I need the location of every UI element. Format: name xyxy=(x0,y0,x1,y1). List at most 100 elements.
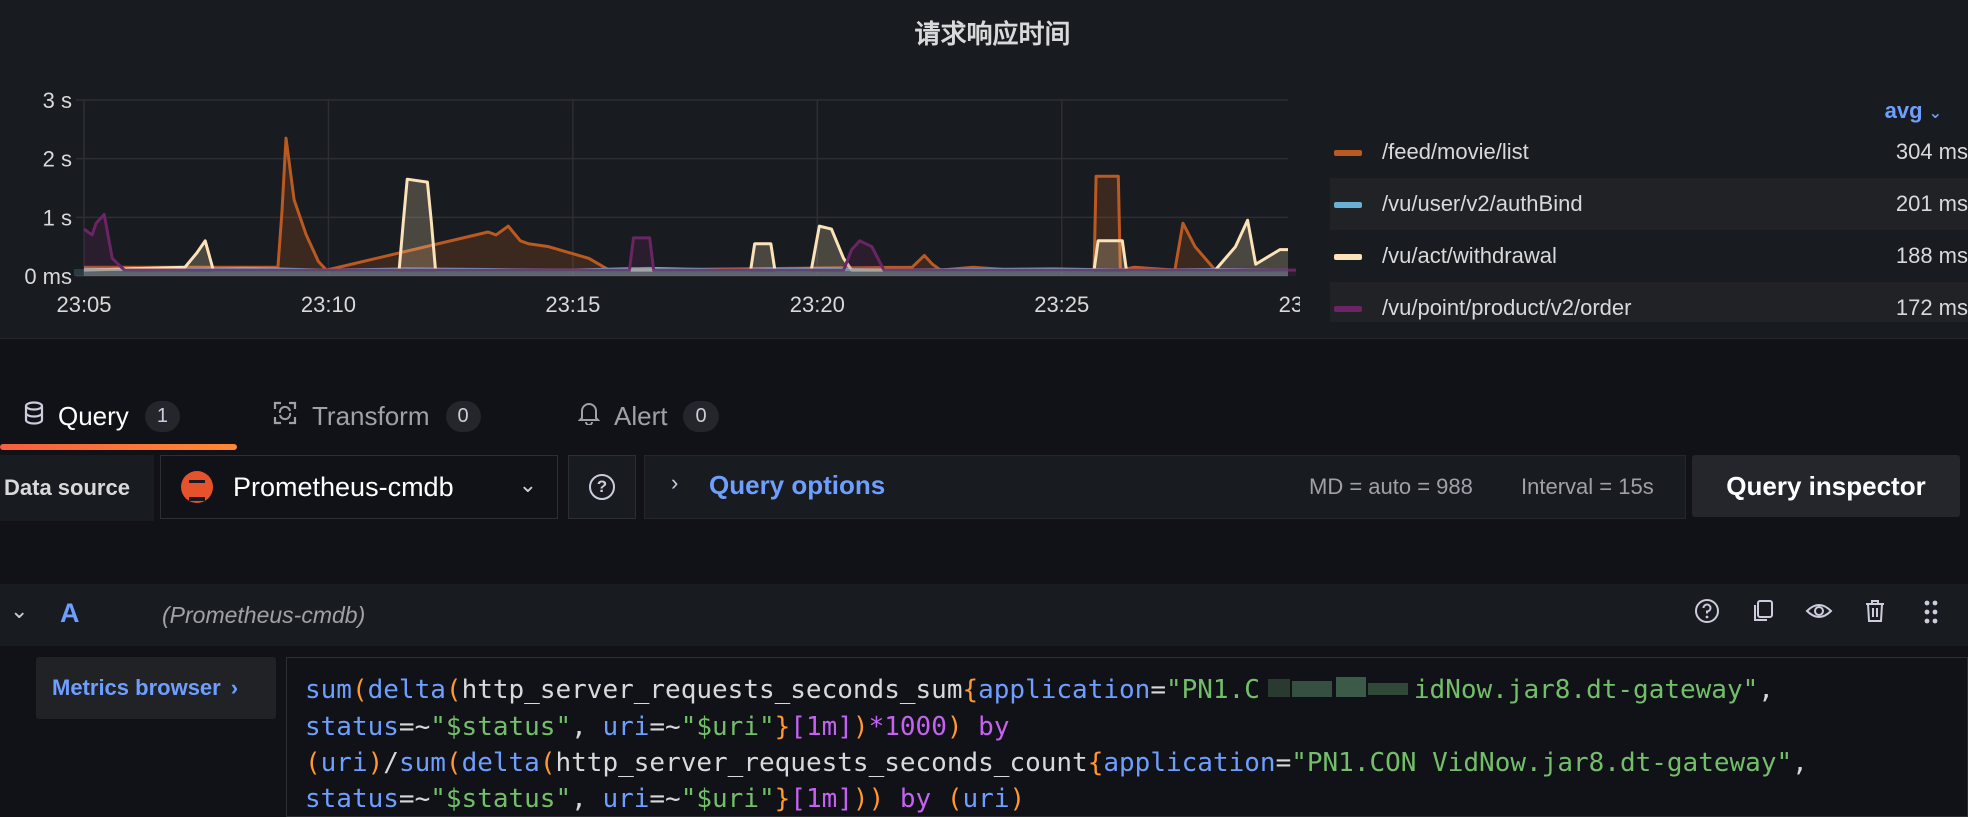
tab-transform-label: Transform xyxy=(312,400,430,431)
x-tick-label: 23:15 xyxy=(545,292,600,317)
x-tick-label: 23:30 xyxy=(1279,292,1300,317)
query-editor[interactable]: sum(delta(http_server_requests_seconds_s… xyxy=(286,657,1968,817)
chevron-down-icon: ⌄ xyxy=(518,472,537,497)
prometheus-icon xyxy=(181,471,213,503)
chevron-down-icon: ⌄ xyxy=(1928,105,1942,122)
bell-icon xyxy=(577,401,601,432)
editor-tabs: Query 1 Transform 0 Alert 0 xyxy=(0,378,1968,454)
x-tick-label: 23:10 xyxy=(301,292,356,317)
code-token: uri xyxy=(962,783,1010,814)
code-token: http_server_requests_seconds_sum xyxy=(461,675,963,705)
code-token: [1m] xyxy=(790,711,853,742)
eye-icon[interactable] xyxy=(1802,598,1836,632)
legend: avg ⌄ /feed/movie/list 304 ms /vu/user/v2… xyxy=(1330,96,1968,322)
query-actions xyxy=(1690,598,1948,632)
code-token: "PN1.C xyxy=(1165,675,1260,705)
help-icon: ? xyxy=(589,474,615,500)
transform-icon xyxy=(272,400,298,433)
tab-transform-count: 0 xyxy=(445,400,481,432)
code-token: *1000 xyxy=(868,711,947,742)
y-tick-label: 1 s xyxy=(43,205,72,230)
tab-query-count: 1 xyxy=(144,400,180,432)
duplicate-icon[interactable] xyxy=(1746,598,1780,632)
metrics-browser-button[interactable]: Metrics browser › xyxy=(36,657,276,719)
query-datasource-name: (Prometheus-cmdb) xyxy=(162,602,366,628)
legend-item-value: 304 ms xyxy=(1895,139,1968,164)
code-token: uri xyxy=(320,747,368,778)
legend-item-name: /vu/act/withdrawal xyxy=(1382,243,1557,268)
code-token: application xyxy=(1103,747,1276,778)
legend-item-value: 172 ms xyxy=(1895,295,1968,320)
code-token: http_server_requests_seconds_count xyxy=(555,747,1088,778)
y-tick-label: 0 ms xyxy=(24,264,72,289)
redacted-text xyxy=(1260,673,1414,709)
query-options[interactable]: › Query options MD = auto = 988 Interval… xyxy=(644,455,1686,519)
response-time-chart[interactable]: 0 ms 1 s 2 s 3 s 23:05 23:10 23:15 23:20 23:25 23… xyxy=(0,76,1300,326)
max-data-points: MD = auto = 988 xyxy=(1309,474,1473,499)
query-ref-id[interactable]: A xyxy=(60,598,80,629)
metrics-browser-label: Metrics browser xyxy=(52,675,221,700)
legend-swatch xyxy=(1334,150,1362,156)
datasource-picker[interactable]: Prometheus-cmdb ⌄ xyxy=(160,455,558,519)
drag-handle-icon[interactable] xyxy=(1914,598,1948,632)
collapse-icon[interactable]: ⌄ xyxy=(10,598,28,624)
query-row-header: ⌄ A (Prometheus-cmdb) xyxy=(0,584,1968,646)
y-tick-label: 3 s xyxy=(43,88,72,113)
code-token: uri xyxy=(602,711,650,742)
code-token: idNow.jar8.dt-gateway" xyxy=(1413,675,1759,705)
legend-sort-header[interactable]: avg ⌄ xyxy=(1330,96,1968,126)
panel: 请求响应时间 0 ms 1 s 2 s 3 s 23:05 23:10 23:15 23:20… xyxy=(0,0,1968,339)
tab-transform[interactable]: Transform 0 xyxy=(272,378,481,454)
code-token: [1m] xyxy=(790,783,853,814)
tab-query[interactable]: Query 1 xyxy=(24,378,180,454)
trash-icon[interactable] xyxy=(1858,598,1892,632)
datasource-bar: Data source Prometheus-cmdb ⌄ ? › Query … xyxy=(0,455,1968,521)
code-token: "$uri" xyxy=(680,711,775,742)
legend-swatch xyxy=(1334,202,1362,208)
baseline-band xyxy=(74,268,1288,276)
code-token: delta xyxy=(461,747,540,778)
database-icon xyxy=(24,400,44,432)
code-token: "$uri" xyxy=(680,783,775,814)
tab-alert-count: 0 xyxy=(683,400,719,432)
chevron-right-icon: › xyxy=(671,470,679,495)
legend-item-value: 201 ms xyxy=(1895,191,1968,216)
panel-title[interactable]: 请求响应时间 xyxy=(0,14,1968,51)
code-token: by xyxy=(899,783,932,814)
x-tick-label: 23:05 xyxy=(56,292,111,317)
code-token: application xyxy=(978,675,1151,705)
code-token: by xyxy=(978,711,1010,742)
legend-item[interactable]: /vu/act/withdrawal 188 ms xyxy=(1330,230,1968,282)
code-token: uri xyxy=(602,783,650,814)
query-inspector-button[interactable]: Query inspector xyxy=(1692,455,1960,517)
legend-mode[interactable]: avg xyxy=(1885,98,1923,123)
code-token: status xyxy=(305,783,399,814)
legend-swatch xyxy=(1334,254,1362,260)
legend-swatch xyxy=(1334,306,1362,312)
y-tick-label: 2 s xyxy=(43,147,72,172)
datasource-selected: Prometheus-cmdb xyxy=(233,471,454,502)
code-token: "$status" xyxy=(430,783,572,814)
code-token: "PN1.CON VidNow.jar8.dt-gateway" xyxy=(1291,747,1793,778)
code-token: sum xyxy=(305,675,352,705)
legend-item-name: /feed/movie/list xyxy=(1382,139,1529,164)
legend-item-value: 188 ms xyxy=(1895,243,1968,268)
query-options-title: Query options xyxy=(709,470,886,500)
x-tick-label: 23:25 xyxy=(1034,292,1089,317)
chevron-right-icon: › xyxy=(230,675,239,700)
code-token: "$status" xyxy=(430,711,572,742)
x-tick-label: 23:20 xyxy=(790,292,845,317)
legend-item[interactable]: /vu/user/v2/authBind 201 ms xyxy=(1330,178,1968,230)
legend-item-name: /vu/point/product/v2/order xyxy=(1382,295,1632,320)
tab-alert[interactable]: Alert 0 xyxy=(577,378,719,454)
code-token: sum xyxy=(398,747,446,778)
legend-item[interactable]: /feed/movie/list 304 ms xyxy=(1330,126,1968,178)
code-token: status xyxy=(305,711,399,742)
datasource-help-button[interactable]: ? xyxy=(568,455,636,519)
legend-item-name: /vu/user/v2/authBind xyxy=(1382,191,1583,216)
legend-item[interactable]: /vu/point/product/v2/order 172 ms xyxy=(1330,282,1968,322)
tab-query-label: Query xyxy=(58,400,129,431)
datasource-label: Data source xyxy=(0,455,154,521)
help-icon[interactable] xyxy=(1690,598,1724,632)
code-token: delta xyxy=(367,675,446,705)
